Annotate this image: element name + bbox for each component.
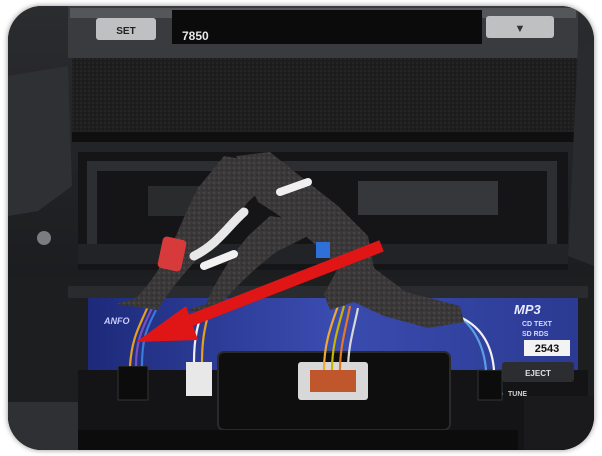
orange-connector (310, 370, 356, 392)
stereo-top-unit: SET 7850 ▼ (68, 6, 578, 58)
photo-frame: SET 7850 ▼ ANFO MP3 CD TEXT SD RDS 2543 … (8, 6, 594, 450)
down-arrow-icon: ▼ (515, 23, 526, 35)
foreground-left-part (8, 402, 78, 450)
counter-text: 2543 (535, 343, 559, 355)
blue-connector (316, 242, 330, 258)
connector-white (186, 362, 212, 396)
sd-rds-label: SD RDS (522, 331, 549, 338)
lcd-readout-panel (172, 10, 482, 44)
connector-right (477, 369, 503, 401)
connector-left (117, 365, 149, 401)
set-button-label: SET (116, 26, 135, 37)
felt-trim-strip (72, 58, 578, 136)
screw-icon (37, 231, 51, 245)
mp3-logo-text: MP3 (514, 302, 542, 317)
eject-label: EJECT (525, 369, 551, 378)
foreground-right-connector (524, 396, 594, 450)
readout-text: 7850 (182, 29, 209, 43)
display-left-text: ANFO (103, 316, 130, 326)
cd-text-label: CD TEXT (522, 321, 553, 328)
car-stereo-wiring-photo: SET 7850 ▼ ANFO MP3 CD TEXT SD RDS 2543 … (8, 6, 594, 450)
